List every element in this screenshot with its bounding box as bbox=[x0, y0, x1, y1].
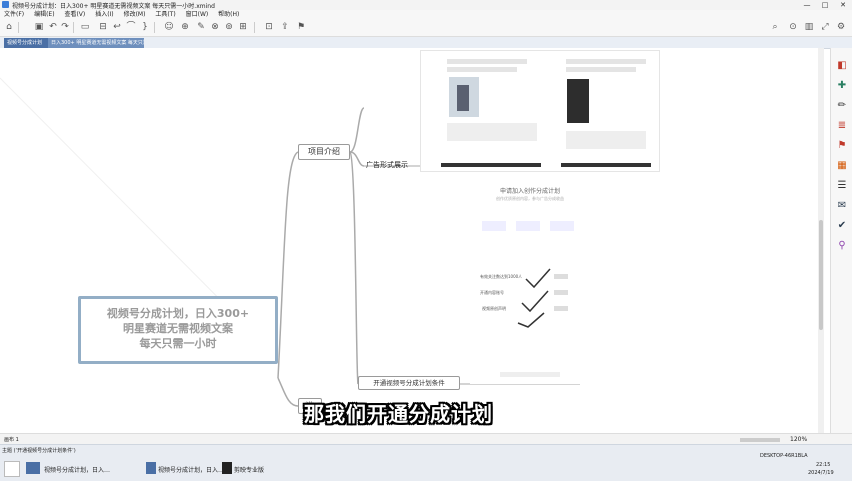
app-icon-3 bbox=[222, 462, 232, 474]
boundary-icon[interactable]: ⌒ bbox=[126, 22, 136, 32]
tab-document[interactable]: 日入300+ 明星赛道无需视频文案 每天只需一小时 bbox=[48, 38, 144, 48]
notes-panel-icon[interactable]: ☰ bbox=[836, 180, 848, 192]
toolbar-divider bbox=[154, 22, 155, 33]
status-page: 画布 1 bbox=[4, 437, 19, 443]
outline-icon[interactable]: ≣ bbox=[836, 120, 848, 132]
taskbar-item-3[interactable]: 剪映专业版 bbox=[234, 465, 264, 474]
fullscreen-icon[interactable]: ⤢ bbox=[820, 22, 830, 32]
settings-icon[interactable]: ⚙ bbox=[836, 22, 846, 32]
ads-screenshot-image bbox=[420, 50, 660, 172]
central-topic-line-1: 视频号分成计划，日入300+ bbox=[106, 307, 250, 320]
presentation-icon[interactable]: ⊡ bbox=[264, 22, 274, 32]
subtopic-icon[interactable]: ⊟ bbox=[98, 22, 108, 32]
menu-edit[interactable]: 编辑(E) bbox=[34, 10, 54, 19]
flag-icon[interactable]: ⚑ bbox=[836, 140, 848, 152]
home-icon[interactable]: ⌂ bbox=[4, 22, 14, 32]
taskbar: 主题 (‘开通视频号分成计划条件’) 视频号分成计划，日入… 视频号分成计划，日… bbox=[0, 444, 852, 481]
redo-icon[interactable]: ↷ bbox=[60, 22, 70, 32]
undo-icon[interactable]: ↶ bbox=[48, 22, 58, 32]
toolbar-divider bbox=[254, 22, 255, 33]
menu-help[interactable]: 帮助(H) bbox=[218, 10, 239, 19]
menu-view[interactable]: 查看(V) bbox=[64, 10, 85, 19]
central-topic-line-2: 明星赛道无需视频文案 bbox=[123, 322, 233, 335]
start-icon[interactable] bbox=[4, 461, 20, 477]
summary-icon[interactable]: } bbox=[140, 22, 150, 32]
menu-window[interactable]: 窗口(W) bbox=[186, 10, 209, 19]
menu-bar: 文件(F) 编辑(E) 查看(V) 插入(I) 修改(M) 工具(T) 窗口(W… bbox=[0, 10, 852, 19]
machine-name: DESKTOP-46R1BLA bbox=[760, 453, 808, 459]
check-marks bbox=[517, 268, 551, 328]
filter-icon[interactable]: ⚑ bbox=[296, 22, 306, 32]
form-heading: 申请加入创作分成计划 bbox=[499, 188, 560, 195]
marker-panel-icon[interactable]: ✚ bbox=[836, 80, 848, 92]
search-icon[interactable]: ⌕ bbox=[770, 22, 780, 32]
task-icon[interactable]: ✔ bbox=[836, 220, 848, 232]
menu-file[interactable]: 文件(F) bbox=[4, 10, 24, 19]
layout-icon[interactable]: ▥ bbox=[804, 22, 814, 32]
note-icon[interactable]: ✎ bbox=[196, 22, 206, 32]
topic-project-intro[interactable]: 项目介绍 bbox=[298, 144, 350, 160]
subtopic-conditions[interactable]: 开通视频号分成计划条件 bbox=[358, 376, 460, 390]
maximize-icon[interactable]: □ bbox=[818, 0, 832, 10]
marker-icon[interactable]: ☺ bbox=[164, 22, 174, 32]
central-topic[interactable]: 视频号分成计划，日入300+ 明星赛道无需视频文案 每天只需一小时 bbox=[78, 296, 278, 364]
topic-icon[interactable]: ▭ bbox=[80, 22, 90, 32]
scrollbar-thumb[interactable] bbox=[819, 220, 823, 330]
form-item-3: 视频原创声明 bbox=[482, 306, 506, 311]
save-icon[interactable]: ▣ bbox=[34, 22, 44, 32]
app-icon-1 bbox=[26, 462, 40, 474]
mindmap-canvas[interactable]: 视频号分成计划，日入300+ 明星赛道无需视频文案 每天只需一小时 项目介绍 准… bbox=[0, 48, 824, 433]
subtopic-ads[interactable]: 广告形式展示 bbox=[366, 160, 408, 170]
form-item-2: 开通内容账号 bbox=[480, 290, 504, 295]
toolbar: ⌂ ▣ ↶ ↷ ▭ ⊟ ↩ ⌒ } ☺ ⊕ ✎ ⊗ ⊚ ⊞ ⊡ ⇪ ⚑ ⌕ ⊙ … bbox=[0, 19, 852, 37]
app-icon-2 bbox=[146, 462, 156, 474]
form-screenshot-image: 申请加入创作分成计划 创作优质原创内容，参与广告分成收益 有效关注数达到1000… bbox=[470, 176, 590, 384]
comments-icon[interactable]: ✉ bbox=[836, 200, 848, 212]
tab-mindmap[interactable]: 视频号分成计划 bbox=[4, 38, 50, 48]
close-icon[interactable]: ✕ bbox=[836, 0, 850, 10]
format-icon[interactable]: ◧ bbox=[836, 60, 848, 72]
zoom-slider[interactable] bbox=[740, 438, 780, 442]
form-sub: 创作优质原创内容，参与广告分成收益 bbox=[496, 196, 564, 201]
menu-tools[interactable]: 工具(T) bbox=[155, 10, 175, 19]
image-panel-icon[interactable]: ▦ bbox=[836, 160, 848, 172]
toolbar-divider bbox=[18, 22, 19, 33]
attachment-icon[interactable]: ⊚ bbox=[224, 22, 234, 32]
taskbar-item-2[interactable]: 视频号分成计划，日入… bbox=[158, 465, 224, 474]
zoom-level[interactable]: 120% bbox=[790, 436, 807, 443]
minimize-icon[interactable]: — bbox=[800, 0, 814, 10]
clock-date: 2024/7/19 bbox=[808, 470, 834, 476]
right-sidebar: ◧ ✚ ✏ ≣ ⚑ ▦ ☰ ✉ ✔ ⚲ bbox=[830, 48, 852, 433]
label-icon[interactable]: ⊕ bbox=[180, 22, 190, 32]
style-icon[interactable]: ✏ bbox=[836, 100, 848, 112]
toolbar-divider bbox=[73, 22, 74, 33]
app-logo-icon bbox=[2, 1, 9, 8]
menu-modify[interactable]: 修改(M) bbox=[124, 10, 146, 19]
taskbar-item-1[interactable]: 视频号分成计划，日入… bbox=[44, 465, 110, 474]
video-subtitle: 那我们开通分成计划 bbox=[304, 402, 493, 426]
hyperlink-icon[interactable]: ⊗ bbox=[210, 22, 220, 32]
window-title: 视频号分成计划：日入300+ 明星赛道无需视频文案 每天只需一小时.xmind bbox=[12, 3, 215, 10]
relationship-icon[interactable]: ↩ bbox=[112, 22, 122, 32]
image-icon[interactable]: ⊞ bbox=[238, 22, 248, 32]
zoom-icon[interactable]: ⊙ bbox=[788, 22, 798, 32]
share-icon[interactable]: ⇪ bbox=[280, 22, 290, 32]
clock-time: 22:15 bbox=[816, 462, 831, 468]
central-topic-line-3: 每天只需一小时 bbox=[139, 337, 217, 350]
status-topic: 主题 (‘开通视频号分成计划条件’) bbox=[2, 448, 76, 454]
search-panel-icon[interactable]: ⚲ bbox=[836, 240, 848, 252]
menu-insert[interactable]: 插入(I) bbox=[95, 10, 113, 19]
